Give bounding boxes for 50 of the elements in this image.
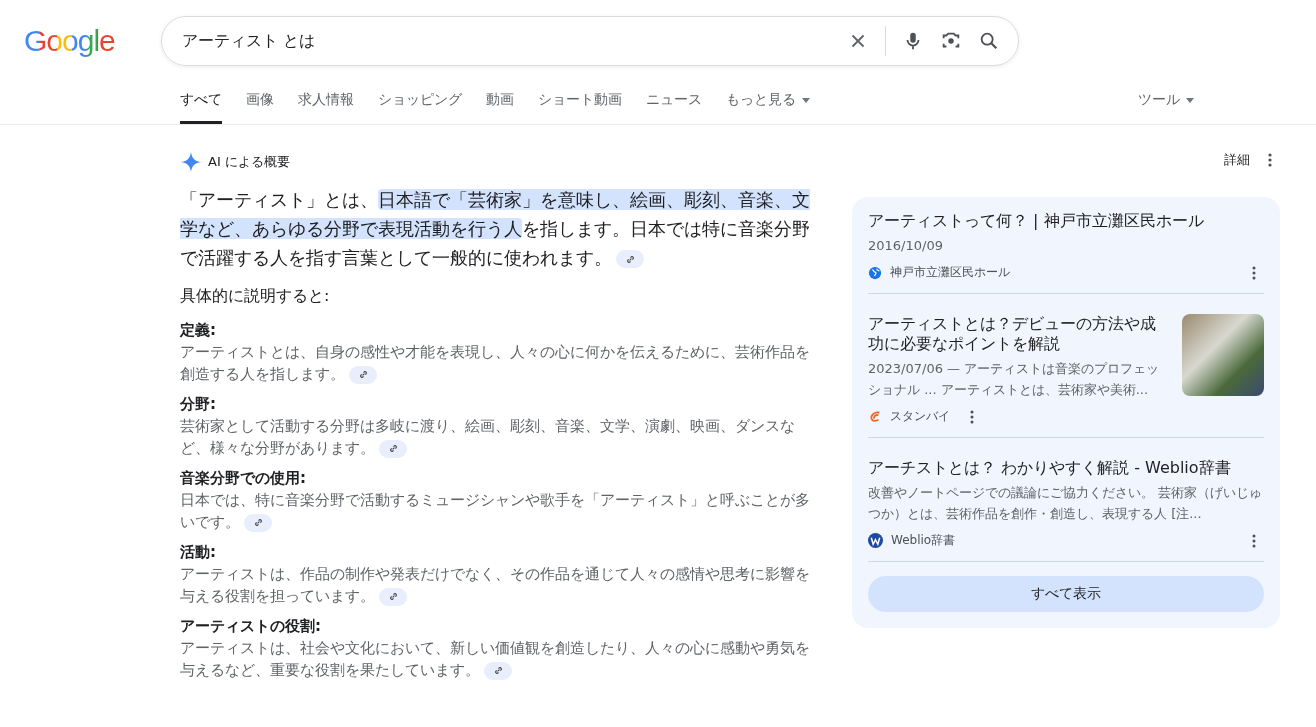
caret-icon	[802, 97, 810, 103]
section-heading: 音楽分野での使用:	[180, 468, 307, 489]
search-tab[interactable]: ショッピング	[378, 91, 462, 124]
globe-icon	[868, 265, 882, 280]
section-text: アーティストとは、自身の感性や才能を表現し、人々の心に何かを伝えるために、芸術作品を創造する人を指します。	[180, 342, 810, 385]
search-tab[interactable]: ニュース	[646, 91, 702, 124]
section-heading: 分野:	[180, 394, 217, 415]
source-title-link[interactable]: アーティストって何？ | 神戸市立灘区民ホール	[868, 211, 1264, 231]
w-logo-icon	[868, 533, 883, 548]
section-heading: 定義:	[180, 320, 217, 341]
section-text: アーティストは、社会や文化において、新しい価値観を創造したり、人々の心に感動や勇気を与えるなど、重要な役割を果たしています。	[180, 638, 810, 681]
more-options-icon[interactable]	[1268, 153, 1272, 167]
more-options-icon[interactable]	[970, 409, 974, 424]
show-all-button[interactable]: すべて表示	[868, 576, 1264, 612]
swirl-logo-icon	[868, 409, 882, 424]
search-tab[interactable]: もっと見る	[726, 91, 810, 124]
source-site-name: 神戸市立灘区民ホール	[890, 264, 1010, 281]
more-options-icon[interactable]	[1252, 265, 1256, 280]
sparkle-icon	[180, 151, 202, 173]
source-site-name: Weblio辞書	[891, 532, 956, 549]
caret-icon	[1186, 97, 1194, 103]
link-icon[interactable]	[244, 513, 272, 532]
source-snippet: 2016/10/09	[868, 237, 944, 255]
section-text: 日本では、特に音楽分野で活動するミュージシャンや歌手を「アーティスト」と呼ぶことが多いです。	[180, 490, 810, 533]
source-snippet: 改善やノートページでの議論にご協力ください。 芸術家（げいじゅつか）とは、芸術作品を創作・創造し、表現する人 [注...	[868, 484, 1264, 523]
source-title-link[interactable]: アーティストとは？デビューの方法や成功に必要なポイントを解説	[868, 314, 1170, 354]
source-site-name: スタンバイ	[890, 408, 950, 425]
more-options-icon[interactable]	[1252, 533, 1256, 548]
source-title-link[interactable]: アーチストとは？ わかりやすく解説 - Weblio辞書	[868, 458, 1264, 478]
link-icon[interactable]	[616, 250, 644, 268]
tools-tab[interactable]: ツール	[1138, 91, 1194, 124]
overview-title: AI による概要	[208, 153, 290, 171]
search-tab[interactable]: すべて	[180, 91, 222, 124]
section-text: アーティストは、作品の制作や発表だけでなく、その作品を通じて人々の感情や思考に影響を与える役割を担っています。	[180, 564, 810, 607]
section-heading: アーティストの役割:	[180, 616, 322, 637]
search-tab[interactable]: ショート動画	[538, 91, 622, 124]
link-icon[interactable]	[379, 439, 407, 458]
details-link[interactable]: 詳細	[1224, 151, 1250, 169]
overview-lead: 具体的に説明すると:	[180, 286, 331, 307]
search-tab[interactable]: 動画	[486, 91, 514, 124]
link-icon[interactable]	[379, 587, 407, 606]
link-icon[interactable]	[349, 365, 377, 384]
link-icon[interactable]	[484, 661, 512, 680]
photo-placeholder[interactable]	[1182, 314, 1264, 396]
section-heading: 活動:	[180, 542, 217, 563]
search-tab[interactable]: 画像	[246, 91, 274, 124]
section-text: 芸術家として活動する分野は多岐に渡り、絵画、彫刻、音楽、文学、演劇、映画、ダンスなど、様々な分野があります。	[180, 416, 796, 459]
search-tab[interactable]: 求人情報	[298, 91, 354, 124]
overview-paragraph: 「アーティスト」とは、日本語で「芸術家」を意味し、絵画、彫刻、音楽、文学など、あらゆる分野で表現活動を行う人を指します。日本では特に音楽分野で活躍する人を指す言葉として一般的に使われます。	[180, 188, 810, 270]
source-snippet: 2023/07/06 — アーティストは音楽のプロフェッショナル ... アーティストとは、芸術家や美術...	[868, 360, 1161, 399]
